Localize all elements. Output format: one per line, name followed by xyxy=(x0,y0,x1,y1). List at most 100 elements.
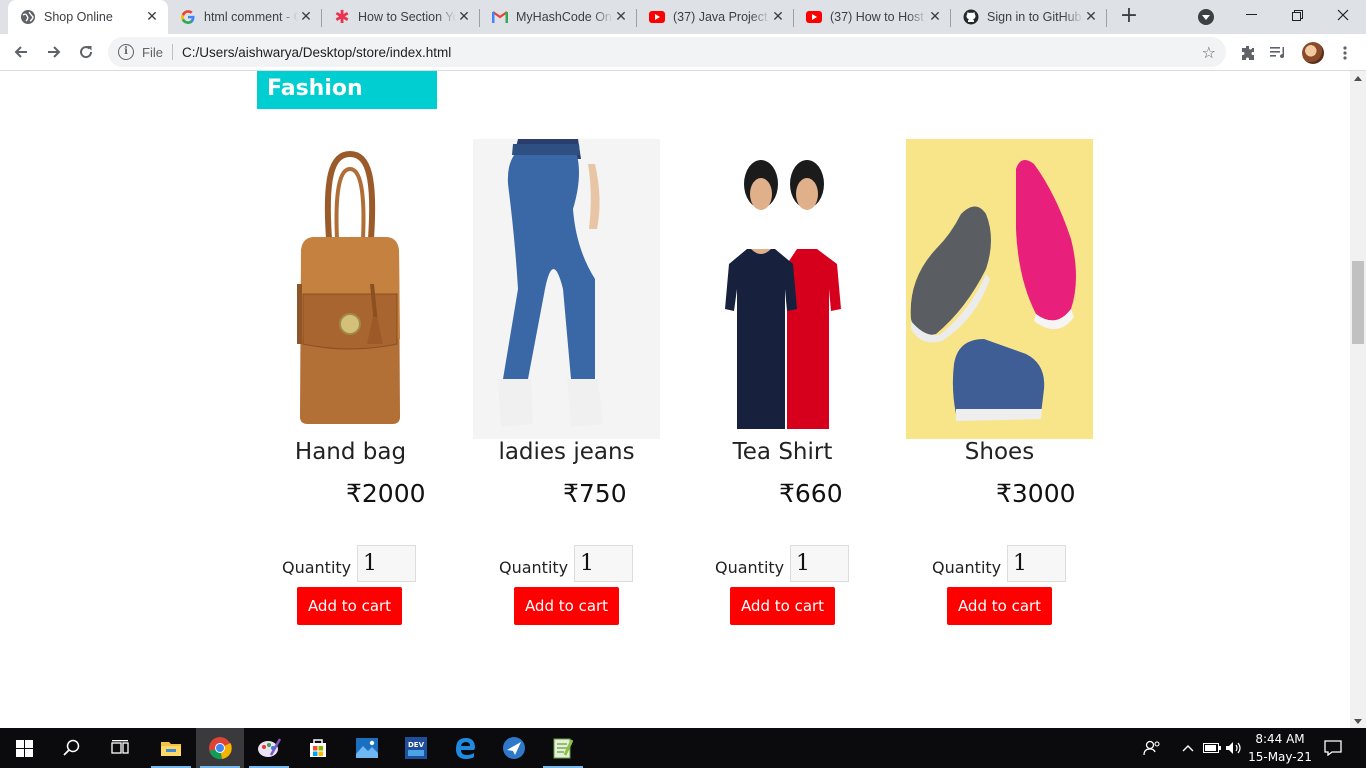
clock-date: 15-May-21 xyxy=(1248,750,1312,764)
quantity-input[interactable] xyxy=(574,545,633,582)
tab-separator xyxy=(1106,9,1107,27)
notepad-plus-icon[interactable] xyxy=(539,728,587,768)
dev-cpp-icon[interactable]: DEV xyxy=(392,728,440,768)
product-name: Shoes xyxy=(964,439,1035,465)
tab-shop-online[interactable]: Shop Online ✕ xyxy=(8,0,168,34)
mail-bird-icon[interactable] xyxy=(490,728,538,768)
photos-icon[interactable] xyxy=(343,728,391,768)
extensions-icon[interactable] xyxy=(1238,43,1258,63)
scheme-label: File xyxy=(142,44,163,60)
tab-title: Shop Online xyxy=(44,10,113,24)
tshirt-image xyxy=(689,139,876,439)
tab-title: html comment - Google xyxy=(204,10,298,24)
tab-how-to-host[interactable]: (37) How to Host Your ✕ xyxy=(794,0,951,34)
more-menu-icon[interactable] xyxy=(1335,43,1355,63)
quantity-label: Quantity xyxy=(282,558,352,577)
tab-close-icon[interactable]: ✕ xyxy=(144,9,160,25)
start-icon[interactable] xyxy=(0,728,48,768)
quantity-label: Quantity xyxy=(715,558,785,577)
add-to-cart-button[interactable]: Add to cart xyxy=(514,587,619,625)
page-viewport: Fashion Hand bag ₹2000 Quantity Add to c… xyxy=(0,71,1350,728)
google-icon xyxy=(180,9,196,25)
add-to-cart-button[interactable]: Add to cart xyxy=(947,587,1052,625)
bookmark-star-icon[interactable]: ☆ xyxy=(1202,43,1216,62)
task-view-icon[interactable] xyxy=(96,728,144,768)
add-to-cart-button[interactable]: Add to cart xyxy=(297,587,402,625)
svg-text:DEV: DEV xyxy=(408,741,425,749)
tab-close-icon[interactable]: ✕ xyxy=(456,9,472,25)
tab-search-icon[interactable] xyxy=(1198,9,1214,25)
battery-icon[interactable] xyxy=(1202,728,1222,768)
quantity-label: Quantity xyxy=(499,558,569,577)
volume-icon[interactable] xyxy=(1224,728,1244,768)
chevron-up-icon[interactable] xyxy=(1178,728,1198,768)
file-explorer-icon[interactable] xyxy=(147,728,195,768)
chrome-icon[interactable] xyxy=(196,728,244,768)
forward-arrow-icon xyxy=(48,46,61,58)
shoes-image xyxy=(906,139,1093,439)
quantity-label: Quantity xyxy=(932,558,1002,577)
notification-center-icon[interactable] xyxy=(1320,728,1346,768)
scroll-thumb[interactable] xyxy=(1352,261,1364,344)
tab-close-icon[interactable]: ✕ xyxy=(927,9,943,25)
add-to-cart-button[interactable]: Add to cart xyxy=(730,587,835,625)
url-text[interactable]: C:/Users/aishwarya/Desktop/store/index.h… xyxy=(182,45,451,60)
address-bar[interactable]: i File C:/Users/aishwarya/Desktop/store/… xyxy=(108,37,1226,67)
tab-java-project[interactable]: (37) Java Project To ✕ xyxy=(637,0,794,34)
close-window-button[interactable] xyxy=(1320,0,1366,30)
handbag-image xyxy=(257,139,444,439)
tab-title: Sign in to GitHub xyxy=(987,10,1082,24)
edge-icon[interactable] xyxy=(441,728,489,768)
scroll-down-arrow-icon[interactable] xyxy=(1354,719,1362,724)
tab-github[interactable]: Sign in to GitHub ✕ xyxy=(951,0,1107,34)
tab-close-icon[interactable]: ✕ xyxy=(1083,9,1099,25)
browser-toolbar: i File C:/Users/aishwarya/Desktop/store/… xyxy=(0,34,1366,71)
paint-icon[interactable] xyxy=(245,728,293,768)
forward-button[interactable] xyxy=(40,38,68,66)
quantity-input[interactable] xyxy=(790,545,849,582)
new-tab-button[interactable]: + xyxy=(1116,5,1142,29)
jeans-image xyxy=(473,139,660,439)
tab-strip: Shop Online ✕ html comment - Google ✕ ✱ … xyxy=(0,0,1366,34)
tab-html-comment[interactable]: html comment - Google ✕ xyxy=(168,0,322,34)
section-title: Fashion xyxy=(257,71,437,109)
tab-close-icon[interactable]: ✕ xyxy=(298,9,314,25)
divider xyxy=(171,44,173,60)
info-icon[interactable]: i xyxy=(118,44,134,60)
gmail-icon xyxy=(492,9,508,25)
tab-myhashcode[interactable]: MyHashCode Online ✕ xyxy=(480,0,637,34)
search-icon[interactable] xyxy=(48,728,96,768)
media-control-icon[interactable] xyxy=(1269,43,1289,63)
quantity-input[interactable] xyxy=(1007,545,1066,582)
product-price: ₹750 xyxy=(563,479,627,508)
page-scrollbar[interactable] xyxy=(1350,71,1366,728)
clock-time: 8:44 AM xyxy=(1255,732,1305,746)
restore-button[interactable] xyxy=(1274,0,1320,30)
people-icon[interactable] xyxy=(1140,728,1164,768)
tab-title: MyHashCode Online xyxy=(516,10,613,24)
youtube-icon xyxy=(649,9,665,25)
product-price: ₹3000 xyxy=(996,479,1076,508)
reload-button[interactable] xyxy=(72,38,100,66)
scroll-up-arrow-icon[interactable] xyxy=(1354,76,1362,81)
tab-close-icon[interactable]: ✕ xyxy=(613,9,629,25)
back-arrow-icon xyxy=(14,46,27,58)
minimize-button[interactable] xyxy=(1228,0,1274,30)
windows-taskbar: DEV 8:44 AM 15-May-21 xyxy=(0,728,1366,768)
reload-icon xyxy=(80,46,93,59)
asterisk-icon: ✱ xyxy=(334,6,350,28)
globe-icon xyxy=(20,9,36,25)
system-clock[interactable]: 8:44 AM 15-May-21 xyxy=(1244,730,1316,766)
product-price: ₹660 xyxy=(779,479,843,508)
profile-avatar[interactable] xyxy=(1302,42,1324,64)
tab-how-to-section[interactable]: ✱ How to Section Your ✕ xyxy=(322,0,480,34)
product-name: Tea Shirt xyxy=(732,439,833,465)
quantity-input[interactable] xyxy=(357,545,416,582)
product-price: ₹2000 xyxy=(346,479,426,508)
store-icon[interactable] xyxy=(294,728,342,768)
back-button[interactable] xyxy=(7,38,35,66)
tab-title: How to Section Your xyxy=(358,10,456,24)
tab-title: (37) Java Project To xyxy=(673,10,770,24)
tab-close-icon[interactable]: ✕ xyxy=(770,9,786,25)
github-icon xyxy=(963,9,979,25)
